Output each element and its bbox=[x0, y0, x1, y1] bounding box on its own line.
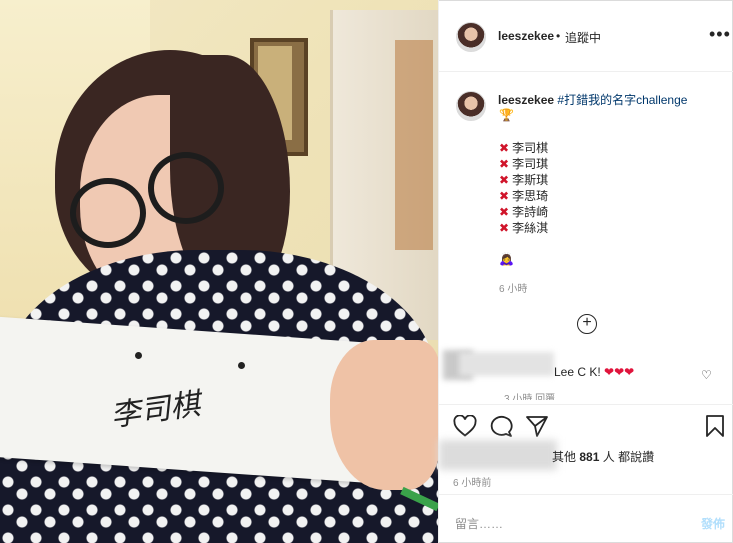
glasses-left bbox=[70, 178, 146, 248]
caption: leeszekee #打錯我的名字challenge bbox=[498, 92, 718, 108]
more-options-icon[interactable]: ••• bbox=[709, 24, 731, 45]
post-comment-button[interactable]: 發佈 bbox=[701, 515, 725, 532]
cross-icon: ✖ bbox=[499, 189, 510, 203]
blurred-username bbox=[459, 352, 554, 376]
comment-text: Lee C K! bbox=[554, 365, 601, 379]
list-item: ✖ 李斯琪 bbox=[499, 172, 548, 188]
following-button[interactable]: 追蹤中 bbox=[565, 29, 601, 46]
likes-number: 881 bbox=[579, 450, 600, 464]
cross-icon: ✖ bbox=[499, 141, 510, 155]
post-photo[interactable]: 李司棋 bbox=[0, 0, 438, 543]
comment-input[interactable]: 留言…… bbox=[455, 515, 503, 532]
name-text: 李司棋 bbox=[512, 141, 549, 155]
post-side-panel: leeszekee • 追蹤中 ••• leeszekee #打錯我的名字cha… bbox=[438, 0, 733, 543]
comment-input-area: 留言…… 發佈 bbox=[439, 494, 733, 543]
bookmark-icon[interactable] bbox=[705, 415, 725, 437]
likes-prefix: 其他 bbox=[552, 450, 577, 464]
comment-meta[interactable]: 3 小時 回覆 bbox=[504, 390, 555, 400]
cross-icon: ✖ bbox=[499, 205, 510, 219]
header-username[interactable]: leeszekee bbox=[498, 29, 554, 43]
caption-avatar[interactable] bbox=[456, 91, 486, 121]
list-item: ✖ 李詩崎 bbox=[499, 204, 548, 220]
list-item: ✖ 李司棋 bbox=[499, 140, 548, 156]
list-item: ✖ 李絲淇 bbox=[499, 220, 548, 236]
bowing-emoji: 🙇‍♀️ bbox=[499, 252, 514, 266]
name-text: 李絲淇 bbox=[512, 221, 549, 235]
comment-icon[interactable] bbox=[489, 415, 513, 437]
name-list: ✖ 李司棋 ✖ 李司琪 ✖ 李斯琪 ✖ 李思琦 ✖ 李詩崎 ✖ 李絲淇 bbox=[499, 140, 548, 236]
share-icon[interactable] bbox=[525, 415, 549, 437]
name-text: 李斯琪 bbox=[512, 173, 549, 187]
hashtag-link[interactable]: #打錯我的名字challenge bbox=[557, 93, 687, 107]
list-item: ✖ 李思琦 bbox=[499, 188, 548, 204]
glasses-right bbox=[148, 152, 224, 224]
action-bar bbox=[439, 404, 733, 444]
name-text: 李詩崎 bbox=[512, 205, 549, 219]
separator-dot: • bbox=[556, 29, 561, 43]
cabinet-glass bbox=[395, 40, 433, 250]
likes-count[interactable]: 其他 881 人 都說讚 bbox=[552, 448, 654, 465]
caption-username[interactable]: leeszekee bbox=[498, 93, 554, 107]
cross-icon: ✖ bbox=[499, 173, 510, 187]
likes-suffix: 人 都說讚 bbox=[602, 450, 655, 464]
list-item: ✖ 李司琪 bbox=[499, 156, 548, 172]
post-timestamp[interactable]: 6 小時前 bbox=[453, 474, 491, 489]
comment-like-icon[interactable]: ♡ bbox=[701, 368, 712, 382]
load-more-comments-icon[interactable]: + bbox=[577, 314, 597, 334]
post-header: leeszekee • 追蹤中 ••• bbox=[439, 0, 733, 72]
avatar[interactable] bbox=[456, 22, 486, 52]
name-text: 李思琦 bbox=[512, 189, 549, 203]
name-text: 李司琪 bbox=[512, 157, 549, 171]
blurred-liker-avatars bbox=[439, 440, 557, 470]
caption-timestamp[interactable]: 6 小時 bbox=[499, 280, 527, 295]
paper-hole bbox=[238, 362, 245, 369]
cross-icon: ✖ bbox=[499, 221, 510, 235]
hearts-emoji: ❤❤❤ bbox=[604, 365, 635, 379]
hand bbox=[330, 340, 438, 490]
cross-icon: ✖ bbox=[499, 157, 510, 171]
heart-icon[interactable] bbox=[453, 415, 477, 437]
paper-hole bbox=[135, 352, 142, 359]
trophy-emoji: 🏆 bbox=[499, 108, 514, 122]
comment: Lee C K! ❤❤❤ bbox=[554, 365, 634, 379]
